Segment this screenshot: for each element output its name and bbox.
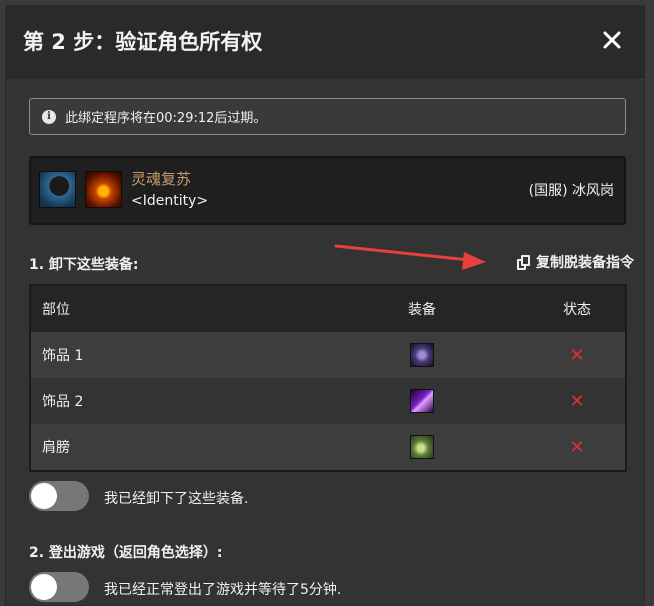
annotation-arrow — [334, 244, 486, 270]
step2-label: 2. 登出游戏（返回角色选择）: — [29, 545, 223, 561]
shoulder-icon[interactable] — [410, 435, 434, 459]
close-icon — [603, 31, 621, 49]
table-header-row: 部位 装备 状态 — [31, 286, 625, 332]
toggle-knob — [31, 574, 57, 600]
unequip-items-table: 部位 装备 状态 饰品 1 ✕ 饰品 2 ✕ 肩膀 ✕ — [29, 284, 627, 472]
close-button[interactable] — [600, 28, 624, 52]
unequip-confirm-toggle[interactable] — [29, 481, 89, 511]
header-status: 状态 — [563, 302, 591, 318]
logout-confirm-toggle[interactable] — [29, 572, 89, 602]
verify-character-modal: 第 2 步：验证角色所有权 i 此绑定程序将在00:29:12后过期。 灵魂复苏… — [5, 5, 645, 606]
toggle-knob — [31, 483, 57, 509]
table-row: 饰品 1 ✕ — [31, 332, 625, 378]
header-slot: 部位 — [42, 302, 70, 318]
trinket-1-icon[interactable] — [410, 343, 434, 367]
status-fail-icon: ✕ — [569, 344, 585, 366]
status-fail-icon: ✕ — [569, 390, 585, 412]
row-slot: 肩膀 — [42, 440, 70, 456]
row-slot: 饰品 1 — [42, 348, 84, 364]
row-slot: 饰品 2 — [42, 394, 84, 410]
modal-title: 第 2 步：验证角色所有权 — [23, 30, 263, 54]
modal-header: 第 2 步：验证角色所有权 — [6, 6, 644, 78]
logout-confirm-label: 我已经正常登出了游戏并等待了5分钟. — [104, 582, 342, 598]
unequip-confirm-label: 我已经卸下了这些装备. — [104, 491, 249, 507]
table-row: 肩膀 ✕ — [31, 424, 625, 470]
status-fail-icon: ✕ — [569, 436, 585, 458]
table-row: 饰品 2 ✕ — [31, 378, 625, 424]
header-item: 装备 — [408, 302, 436, 318]
trinket-2-icon[interactable] — [410, 389, 434, 413]
